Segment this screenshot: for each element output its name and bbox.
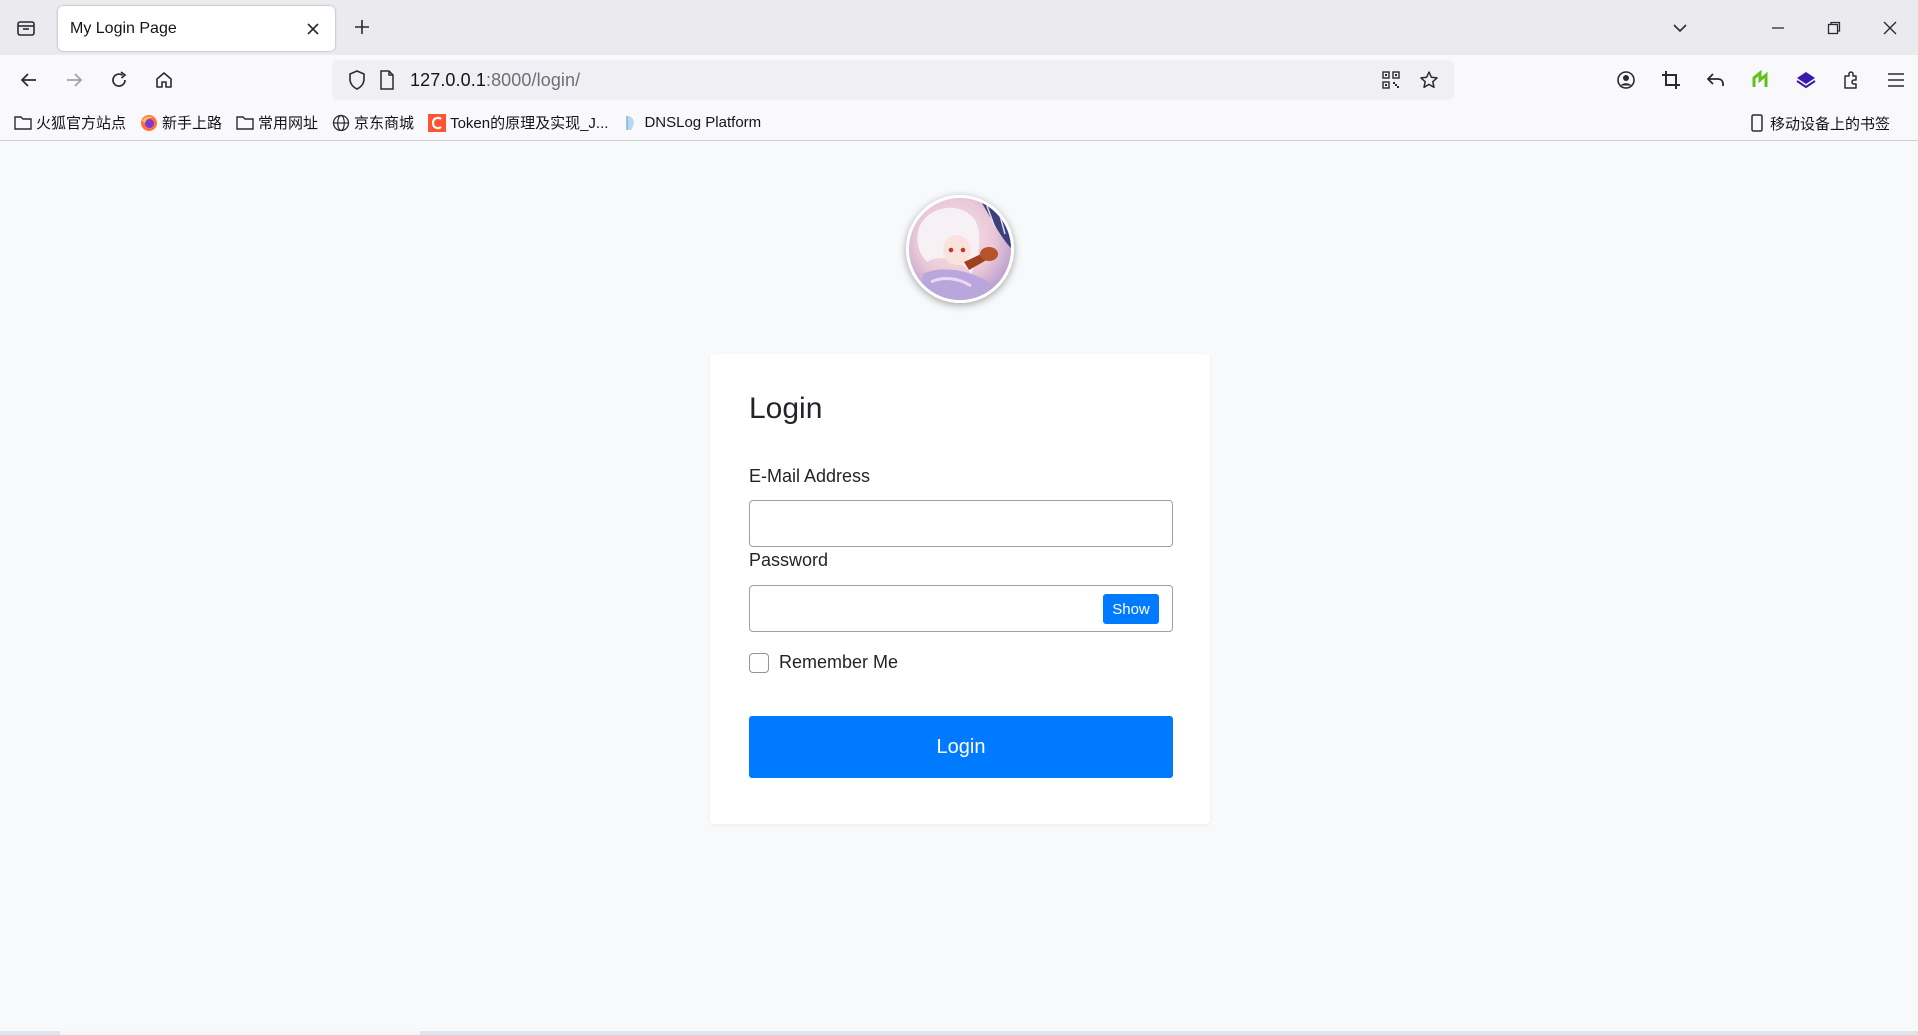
minimize-icon[interactable]	[1750, 0, 1806, 55]
mobile-bookmarks-label: 移动设备上的书签	[1769, 115, 1890, 133]
csdn-icon	[428, 113, 447, 132]
remember-me-row[interactable]: Remember Me	[749, 652, 898, 673]
reload-icon[interactable]	[102, 63, 136, 97]
bookmark-item[interactable]: 常用网址	[236, 109, 318, 137]
email-field[interactable]	[749, 500, 1173, 547]
avatar	[906, 195, 1014, 303]
url-text: 127.0.0.1:8000/login/	[410, 70, 580, 91]
bookmark-item[interactable]: DNSLog Platform	[622, 109, 761, 137]
bookmark-label: Token的原理及实现_J...	[450, 115, 609, 132]
remember-me-checkbox[interactable]	[749, 652, 769, 673]
page-content: Login E-Mail Address Password Show Remem…	[0, 141, 1918, 1035]
login-card: Login E-Mail Address Password Show Remem…	[710, 354, 1210, 824]
url-host: 127.0.0.1	[410, 69, 486, 90]
forward-arrow-icon[interactable]	[57, 63, 91, 97]
remember-me-label: Remember Me	[779, 652, 899, 672]
email-label: E-Mail Address	[749, 466, 871, 486]
url-path: :8000/login/	[485, 69, 581, 90]
chevron-down-icon[interactable]	[1660, 0, 1700, 55]
close-tab-icon[interactable]	[303, 19, 323, 39]
green-extension-icon[interactable]	[1738, 55, 1783, 105]
restore-icon[interactable]	[1806, 0, 1862, 55]
account-icon[interactable]	[1603, 55, 1648, 105]
undo-icon[interactable]	[1693, 55, 1738, 105]
shield-icon[interactable]	[342, 60, 372, 100]
tab-list-icon[interactable]	[0, 0, 52, 55]
tab-title: My Login Page	[70, 19, 177, 37]
bottom-strip	[0, 1031, 1918, 1035]
bookmark-item[interactable]: 京东商城	[332, 109, 414, 137]
folder-icon	[236, 114, 254, 132]
bookmark-label: 新手上路	[162, 115, 223, 132]
bookmarks-toolbar: 火狐官方站点 新手上路 常用网址 京东商城 Token的原理及实现_J... D…	[0, 105, 1918, 141]
page-icon[interactable]	[372, 60, 402, 100]
bookmark-label: 火狐官方站点	[36, 115, 127, 132]
crop-icon[interactable]	[1648, 55, 1693, 105]
navigation-bar: 127.0.0.1:8000/login/	[0, 55, 1918, 105]
globe-icon	[332, 114, 350, 132]
bookmark-item[interactable]: 新手上路	[140, 109, 222, 137]
page-title: Login	[749, 392, 823, 425]
tab-active[interactable]: My Login Page	[58, 6, 335, 51]
password-label: Password	[749, 550, 829, 570]
bookmark-item[interactable]: Token的原理及实现_J...	[428, 109, 608, 137]
bookmark-item[interactable]: 火狐官方站点	[14, 109, 126, 137]
url-bar[interactable]: 127.0.0.1:8000/login/	[332, 60, 1454, 100]
back-arrow-icon[interactable]	[12, 63, 46, 97]
mobile-bookmarks[interactable]: 移动设备上的书签	[1748, 109, 1890, 137]
close-window-icon[interactable]	[1862, 0, 1918, 55]
window-controls	[1750, 0, 1918, 55]
bookmark-label: DNSLog Platform	[644, 114, 762, 131]
star-bookmark-icon[interactable]	[1412, 63, 1446, 97]
layers-extension-icon[interactable]	[1783, 55, 1828, 105]
mobile-device-icon	[1748, 114, 1766, 132]
toolbar-extensions	[1603, 55, 1918, 105]
new-tab-icon[interactable]	[348, 13, 376, 41]
qr-code-icon[interactable]	[1374, 63, 1408, 97]
bookmark-label: 常用网址	[258, 115, 319, 132]
bookmark-label: 京东商城	[354, 115, 415, 132]
home-icon[interactable]	[147, 63, 181, 97]
login-button[interactable]: Login	[749, 716, 1173, 778]
dnslog-icon	[622, 114, 640, 132]
show-password-button[interactable]: Show	[1103, 594, 1159, 624]
hamburger-menu-icon[interactable]	[1873, 55, 1918, 105]
tab-strip: My Login Page	[0, 0, 1918, 55]
puzzle-extensions-icon[interactable]	[1828, 55, 1873, 105]
firefox-icon	[140, 114, 158, 132]
folder-icon	[14, 114, 32, 132]
